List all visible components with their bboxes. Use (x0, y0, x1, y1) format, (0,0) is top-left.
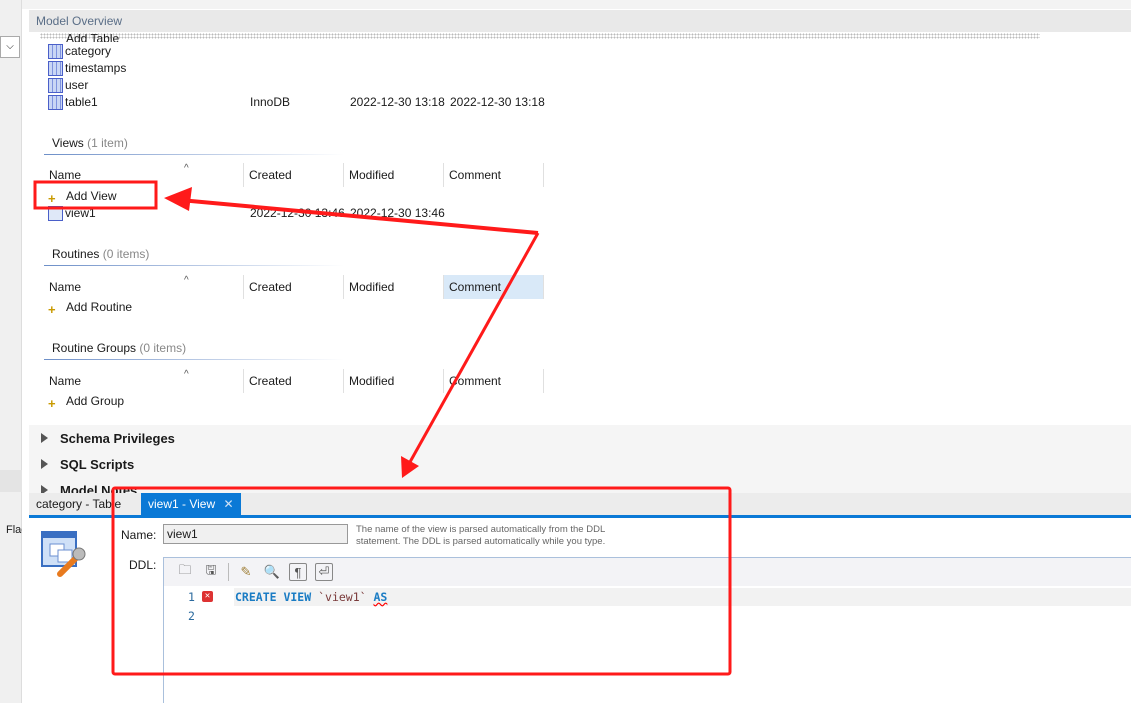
table-icon (48, 95, 63, 111)
table-row[interactable]: category (48, 43, 111, 60)
tab-view1-view[interactable]: view1 - View ✕ (141, 493, 241, 515)
top-strip (0, 0, 1131, 9)
left-pane: ⌵ Flag (0, 0, 22, 703)
column-modified[interactable]: Modified (344, 275, 444, 299)
find-icon[interactable]: 🔍 (263, 563, 281, 581)
sql-scripts-section[interactable]: SQL Scripts (29, 451, 1131, 477)
tab-category-table[interactable]: category - Table (29, 493, 128, 515)
add-view-item[interactable]: Add View (48, 188, 117, 207)
item-label: Add View (66, 189, 117, 203)
ddl-label: DDL: (129, 558, 157, 572)
editor-toolbar: 🗀 🖫 ✎ 🔍 ¶ ⏎ (164, 558, 1131, 586)
view-row[interactable]: view1 2022-12-30 13:46 2022-12-30 13:46 (48, 205, 548, 222)
expand-triangle-icon (41, 459, 48, 469)
table-row[interactable]: table1 InnoDB 2022-12-30 13:18 2022-12-3… (48, 94, 548, 111)
view-icon (48, 206, 63, 222)
header-title: Model Overview (36, 14, 123, 28)
left-pane-divider (0, 470, 22, 492)
table-engine: InnoDB (250, 95, 291, 109)
column-created[interactable]: Created (244, 275, 344, 299)
column-created[interactable]: Created (244, 163, 344, 187)
table-modified: 2022-12-30 13:18 (450, 95, 545, 109)
routine-groups-section-title: Routine Groups (0 items) (52, 341, 187, 355)
add-icon (48, 32, 63, 42)
schema-privileges-section[interactable]: Schema Privileges (29, 425, 1131, 451)
view-created: 2022-12-30 13:46 (250, 206, 345, 220)
save-icon[interactable]: 🖫 (202, 562, 220, 581)
editor-tab-bar: category - Table view1 - View ✕ (29, 493, 1131, 518)
name-hint: The name of the view is parsed automatic… (356, 524, 606, 547)
table-row[interactable]: user (48, 77, 88, 94)
column-modified[interactable]: Modified (344, 163, 444, 187)
table-row[interactable]: timestamps (48, 60, 126, 77)
chevron-down-icon[interactable]: ⌵ (0, 36, 20, 58)
routines-section-title: Routines (0 items) (52, 247, 150, 261)
expand-triangle-icon (41, 433, 48, 443)
view-name-field[interactable]: view1 (163, 524, 348, 544)
view-modified: 2022-12-30 13:46 (350, 206, 445, 220)
view-name: view1 (65, 206, 96, 220)
table-name: category (65, 44, 112, 58)
column-comment[interactable]: Comment (444, 369, 544, 393)
routines-column-headers: ^ Name Created Modified Comment (44, 275, 544, 299)
add-group-item[interactable]: Add Group (48, 393, 125, 412)
column-name[interactable]: Name (44, 163, 244, 187)
groups-column-headers: ^ Name Created Modified Comment (44, 369, 544, 393)
views-column-headers: ^ Name Created Modified Comment (44, 163, 544, 187)
column-created[interactable]: Created (244, 369, 344, 393)
column-name[interactable]: Name (44, 369, 244, 393)
column-comment[interactable]: Comment (444, 275, 544, 299)
add-table-item[interactable]: Add Table (48, 32, 119, 42)
open-folder-icon[interactable]: 🗀 (176, 562, 194, 581)
table-icon (48, 44, 63, 60)
views-section-title: Views (1 item) (52, 136, 128, 150)
table-created: 2022-12-30 13:18 (350, 95, 445, 109)
name-label: Name: (121, 528, 157, 542)
table-name: timestamps (65, 61, 127, 75)
item-label: Add Routine (66, 300, 133, 314)
ddl-editor[interactable]: 🗀 🖫 ✎ 🔍 ¶ ⏎ 1 ✕ CREATE VIEW `view1` AS 2 (163, 557, 1131, 703)
beautify-broom-icon[interactable]: ✎ (237, 563, 255, 581)
item-label: Add Group (66, 394, 125, 408)
add-routine-item[interactable]: Add Routine (48, 299, 133, 318)
column-modified[interactable]: Modified (344, 369, 444, 393)
word-wrap-icon[interactable]: ⏎ (315, 563, 333, 581)
add-icon (48, 300, 63, 318)
close-icon[interactable]: ✕ (223, 497, 233, 511)
code-line: 1 ✕ CREATE VIEW `view1` AS (164, 588, 1131, 606)
error-icon[interactable]: ✕ (202, 591, 213, 602)
pilcrow-icon[interactable]: ¶ (289, 563, 307, 581)
column-comment[interactable]: Comment (444, 163, 544, 187)
line-number: 2 (188, 609, 195, 623)
table-icon (48, 78, 63, 94)
column-name[interactable]: Name (44, 275, 244, 299)
model-overview-header: Model Overview (29, 10, 1131, 39)
add-icon (48, 189, 63, 207)
table-name: table1 (65, 95, 98, 109)
left-partial-label: Flag (6, 524, 22, 536)
add-icon (48, 394, 63, 412)
view-editor-icon (40, 530, 88, 578)
table-name: user (65, 78, 89, 92)
table-icon (48, 61, 63, 77)
item-label: Add Table (66, 32, 120, 42)
